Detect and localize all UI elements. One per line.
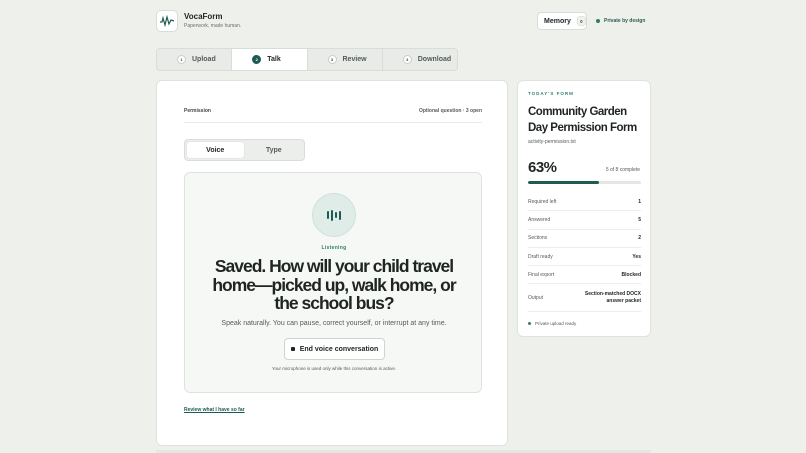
file-name: activity-permission.txt (528, 139, 576, 145)
progress-percent: 63% (528, 159, 557, 176)
step-talk[interactable]: 2 Talk (232, 49, 308, 70)
progress-bar (528, 181, 641, 184)
stat-key: Sections (528, 235, 548, 242)
stat-value: Yes (632, 253, 641, 260)
stat-row: Draft ready Yes (528, 248, 641, 267)
step-label: Download (417, 56, 452, 63)
upload-status-label: Private upload ready (535, 321, 577, 326)
microphone-note: Your microphone is used only while this … (271, 366, 397, 371)
section-label: Permission (184, 108, 211, 114)
stat-row: Sections 2 (528, 230, 641, 248)
brand-name: VocaForm (184, 12, 223, 21)
stat-key: Draft ready (528, 253, 553, 260)
complete-count: 5 of 8 complete (605, 167, 640, 173)
stat-row: Required left 1 (528, 193, 641, 212)
step-label: Upload (192, 56, 216, 63)
stat-value: Section-matched DOCX answer packet (584, 291, 641, 304)
stat-row: Answered 5 (528, 211, 641, 230)
end-voice-button[interactable]: End voice conversation (284, 338, 385, 360)
step-upload[interactable]: 1 Upload (157, 49, 233, 70)
current-question: Saved. How will your child travel home—p… (212, 256, 456, 313)
conversation-card: Permission Optional question · 3 open Vo… (156, 80, 508, 446)
stat-key: Output (528, 294, 544, 301)
voice-hint: Speak naturally. You can pause, correct … (221, 320, 447, 327)
stat-key: Answered (528, 216, 551, 223)
stat-row: Final export Blocked (528, 266, 641, 285)
privacy-label: Private by design (604, 18, 646, 24)
review-link[interactable]: Review what I have so far (184, 407, 245, 413)
upload-status: Private upload ready (528, 321, 576, 326)
section-meta: Optional question · 3 open (418, 108, 482, 114)
form-summary-card: TODAY'S FORM Community Garden Day Permis… (517, 80, 651, 337)
memory-count-badge: 0 (576, 16, 586, 26)
status-dot-icon (596, 19, 600, 23)
type-mode-button[interactable]: Type (246, 142, 303, 158)
stat-value: 1 (638, 198, 641, 205)
step-number: 2 (252, 55, 262, 64)
stat-value: 5 (638, 216, 641, 223)
stat-value: Blocked (621, 271, 641, 278)
mode-toggle: Voice Type (184, 139, 305, 161)
memory-button[interactable]: Memory 0 (537, 12, 587, 30)
listening-waveform-icon (312, 193, 356, 237)
stop-icon (290, 347, 295, 351)
app-header: VocaForm Paperwork, made human. Memory 0… (156, 10, 652, 34)
memory-label: Memory (544, 17, 571, 25)
step-number: 1 (177, 55, 186, 64)
step-review[interactable]: 3 Review (308, 49, 383, 70)
progress-stepper: 1 Upload 2 Talk 3 Review 4 Download (156, 48, 458, 71)
step-download[interactable]: 4 Download (383, 49, 457, 70)
end-voice-label: End voice conversation (299, 345, 379, 353)
privacy-badge: Private by design (596, 18, 645, 24)
progress-fill (528, 181, 600, 184)
brand-tagline: Paperwork, made human. (184, 23, 242, 29)
divider (184, 122, 482, 123)
stat-value: 2 (638, 235, 641, 242)
listening-status: Listening (321, 245, 347, 251)
form-title: Community Garden Day Permission Form (528, 106, 637, 134)
voice-panel: Listening Saved. How will your child tra… (184, 172, 482, 393)
voice-mode-button[interactable]: Voice (187, 142, 244, 158)
step-number: 3 (327, 55, 337, 64)
step-number: 4 (402, 55, 412, 64)
status-dot-icon (528, 322, 531, 325)
logo-waveform-icon (156, 10, 178, 32)
step-label: Review (342, 56, 367, 63)
eyebrow-label: TODAY'S FORM (528, 91, 574, 96)
stat-key: Final export (528, 271, 555, 278)
stat-list: Required left 1 Answered 5 Sections 2 Dr… (528, 193, 641, 313)
stat-key: Required left (528, 198, 557, 205)
step-label: Talk (267, 56, 281, 63)
stat-row: Output Section-matched DOCX answer packe… (528, 284, 641, 313)
section-header: Permission Optional question · 3 open (184, 108, 482, 114)
